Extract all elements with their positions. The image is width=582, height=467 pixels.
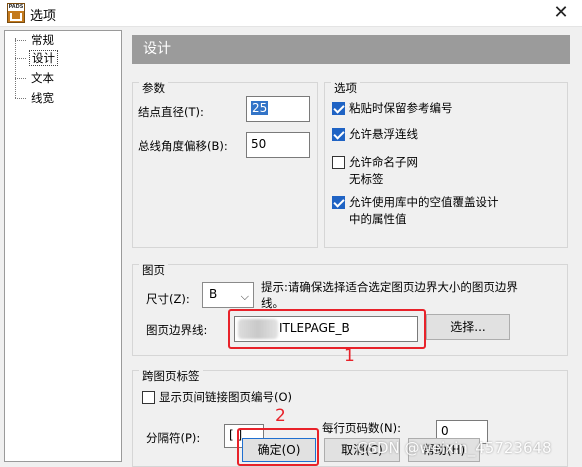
category-tree: 常规 设计 文本 线宽 bbox=[4, 30, 122, 462]
sheet-size-value: B bbox=[209, 287, 218, 301]
node-diameter-label: 结点直径(T): bbox=[138, 105, 204, 119]
sheet-hint-text: 提示:请确保选择适合选定图页边界大小的图页边界线。 bbox=[261, 280, 518, 310]
close-icon[interactable]: ✕ bbox=[548, 2, 574, 24]
csdn-watermark: CSDN @weixin_45723648 bbox=[357, 439, 552, 457]
allow-null-override-label: 允许使用库中的空值覆盖设计 中的属性值 bbox=[349, 195, 499, 226]
sheet-border-label: 图页边界线: bbox=[146, 323, 208, 337]
pads-logo-icon: PADS bbox=[7, 3, 25, 23]
tree-item-general[interactable]: 常规 bbox=[15, 31, 56, 49]
tree-item-label: 文本 bbox=[31, 71, 54, 85]
annotation-box-2 bbox=[237, 428, 319, 466]
show-sheet-numbers-checkbox[interactable] bbox=[142, 391, 155, 404]
logo-mark bbox=[10, 13, 22, 21]
annotation-number-1: 1 bbox=[344, 346, 355, 366]
chevron-down-icon: ⌵ bbox=[240, 290, 249, 303]
tree-item-label: 设计 bbox=[29, 50, 58, 66]
paste-keep-refdes-label: 粘贴时保留参考编号 bbox=[349, 101, 453, 115]
tree-item-label: 线宽 bbox=[31, 91, 54, 105]
allow-floating-wires-label: 允许悬浮连线 bbox=[349, 127, 418, 141]
select-border-button[interactable]: 选择... bbox=[426, 314, 510, 340]
options-group-title: 选项 bbox=[331, 82, 360, 95]
annotation-box-1 bbox=[228, 309, 426, 349]
bus-angle-value: 50 bbox=[251, 137, 267, 151]
per-row-value: 0 bbox=[441, 424, 449, 438]
sheet-group-title: 图页 bbox=[139, 264, 168, 277]
tree-item-text[interactable]: 文本 bbox=[15, 69, 56, 87]
separator-label: 分隔符(P): bbox=[146, 431, 201, 445]
panel-header: 设计 bbox=[132, 35, 570, 64]
allow-null-override-checkbox[interactable] bbox=[332, 196, 345, 209]
bus-angle-label: 总线角度偏移(B): bbox=[138, 139, 228, 153]
logo-text: PADS bbox=[8, 4, 24, 11]
node-diameter-value: 25 bbox=[251, 101, 269, 115]
tree-item-label: 常规 bbox=[31, 33, 54, 47]
allow-floating-wires-checkbox[interactable] bbox=[332, 128, 345, 141]
bus-angle-input[interactable]: 50 bbox=[246, 132, 310, 158]
per-row-label: 每行页码数(N): bbox=[322, 421, 401, 435]
paste-keep-refdes-checkbox[interactable] bbox=[332, 102, 345, 115]
params-group-title: 参数 bbox=[139, 82, 168, 95]
annotation-number-2: 2 bbox=[275, 406, 286, 426]
title-bar bbox=[0, 0, 582, 27]
node-diameter-input[interactable]: 25 bbox=[246, 96, 310, 122]
sheet-size-select[interactable]: B ⌵ bbox=[202, 282, 254, 308]
allow-named-subnets-checkbox[interactable] bbox=[332, 156, 345, 169]
tree-item-linewidth[interactable]: 线宽 bbox=[15, 89, 56, 107]
window-title: 选项 bbox=[30, 9, 57, 24]
allow-named-subnets-label: 允许命名子网 无标签 bbox=[349, 155, 418, 186]
cross-sheet-group-title: 跨图页标签 bbox=[139, 370, 203, 383]
show-sheet-numbers-label: 显示页间链接图页编号(O) bbox=[159, 390, 293, 404]
sheet-size-label: 尺寸(Z): bbox=[146, 292, 190, 306]
tree-item-design[interactable]: 设计 bbox=[15, 49, 58, 67]
